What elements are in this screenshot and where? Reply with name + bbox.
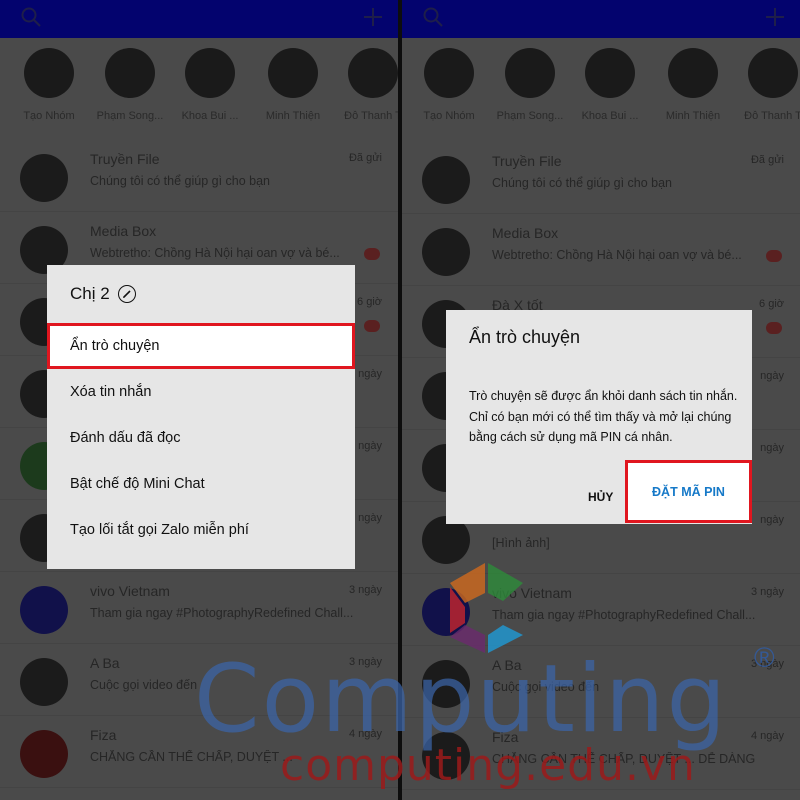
story-name: Tạo Nhóm bbox=[23, 110, 75, 122]
menu-item-mini-chat[interactable]: Bật chế độ Mini Chat bbox=[47, 461, 355, 507]
unread-badge bbox=[766, 322, 782, 334]
dialog-title: Ẩn trò chuyện bbox=[469, 327, 581, 347]
avatar bbox=[185, 48, 235, 98]
context-menu-title: Chị 2 bbox=[70, 284, 110, 303]
avatar bbox=[505, 48, 555, 98]
story-item[interactable]: Minh Thiện bbox=[253, 48, 333, 122]
chat-time: 6 giờ bbox=[759, 298, 784, 310]
story-name: Phạm Song... bbox=[496, 110, 564, 122]
chat-time: Đã gửi bbox=[750, 154, 784, 166]
avatar bbox=[424, 48, 474, 98]
chat-time: 3 ngày bbox=[348, 584, 382, 596]
chat-name: Fiza bbox=[90, 727, 117, 743]
story-name: Đỗ Thanh T bbox=[744, 110, 800, 122]
chat-name: Media Box bbox=[90, 223, 157, 239]
avatar bbox=[348, 48, 398, 98]
pencil-icon[interactable] bbox=[117, 285, 136, 303]
screenshot-root: Tạo Nhóm Phạm Song... Khoa Bui ... Minh … bbox=[0, 0, 800, 800]
chat-time: ngày bbox=[358, 512, 382, 524]
top-bar bbox=[402, 0, 800, 38]
story-item[interactable]: Đỗ Thanh T bbox=[733, 48, 800, 122]
chat-preview: Webtretho: Chồng Hà Nội hại oan vợ và bé… bbox=[492, 248, 742, 262]
chat-time: ngày bbox=[760, 514, 784, 526]
unread-badge bbox=[364, 248, 380, 260]
stories-bar: Tạo Nhóm Phạm Song... Khoa Bui ... Minh … bbox=[402, 38, 800, 133]
story-item[interactable]: Đỗ Thanh T bbox=[333, 48, 398, 122]
context-menu-header: Chị 2 bbox=[47, 265, 355, 323]
avatar bbox=[268, 48, 318, 98]
search-icon[interactable] bbox=[422, 6, 444, 28]
stories-bar: Tạo Nhóm Phạm Song... Khoa Bui ... Minh … bbox=[0, 38, 398, 133]
chat-preview: Chúng tôi có thể giúp gì cho bạn bbox=[90, 174, 270, 188]
avatar bbox=[20, 154, 68, 202]
menu-item-hide-chat[interactable]: Ẩn trò chuyện bbox=[47, 323, 355, 369]
avatar bbox=[748, 48, 798, 98]
story-item[interactable]: Phạm Song... bbox=[90, 48, 170, 122]
cancel-button[interactable]: HỦY bbox=[588, 490, 613, 504]
chat-preview: Chúng tôi có thể giúp gì cho bạn bbox=[492, 176, 672, 190]
chat-time: ngày bbox=[358, 368, 382, 380]
story-item[interactable]: Phạm Song... bbox=[490, 48, 570, 122]
plus-icon[interactable] bbox=[764, 6, 786, 28]
watermark-url: computing.edu.vn bbox=[280, 740, 696, 791]
story-name: Khoa Bui ... bbox=[581, 110, 639, 122]
chat-time: 4 ngày bbox=[750, 730, 784, 742]
registered-mark: ® bbox=[754, 642, 775, 673]
story-item[interactable]: Khoa Bui ... bbox=[570, 48, 650, 122]
story-name: Phạm Song... bbox=[96, 110, 164, 122]
story-item[interactable]: Tạo Nhóm bbox=[409, 48, 489, 122]
set-pin-button[interactable]: ĐẶT MÃ PIN bbox=[625, 460, 752, 523]
chat-name: Media Box bbox=[492, 225, 559, 241]
avatar bbox=[24, 48, 74, 98]
avatar bbox=[422, 156, 470, 204]
chat-time: ngày bbox=[358, 440, 382, 452]
unread-badge bbox=[364, 320, 380, 332]
chat-name: Truyền File bbox=[492, 153, 562, 169]
story-name: Tạo Nhóm bbox=[423, 110, 475, 122]
chat-row[interactable]: Truyền File Chúng tôi có thể giúp gì cho … bbox=[402, 142, 800, 214]
chat-time: Đã gửi bbox=[348, 152, 382, 164]
search-icon[interactable] bbox=[20, 6, 42, 28]
menu-item-mark-read[interactable]: Đánh dấu đã đọc bbox=[47, 415, 355, 461]
dialog-body: Trò chuyện sẽ được ẩn khỏi danh sách tin… bbox=[469, 389, 738, 444]
chat-time: 3 ngày bbox=[750, 586, 784, 598]
menu-item-delete-messages[interactable]: Xóa tin nhắn bbox=[47, 369, 355, 415]
context-menu: Chị 2 Ẩn trò chuyện Xóa tin nhắn Đánh dấ… bbox=[47, 265, 355, 569]
chat-name: Truyền File bbox=[90, 151, 160, 167]
avatar bbox=[20, 730, 68, 778]
story-name: Đỗ Thanh T bbox=[344, 110, 398, 122]
plus-icon[interactable] bbox=[362, 6, 384, 28]
chat-time: ngày bbox=[760, 370, 784, 382]
avatar bbox=[105, 48, 155, 98]
chat-preview: Tham gia ngay #PhotographyRedefined Chal… bbox=[90, 606, 354, 620]
chat-preview: Webtretho: Chồng Hà Nội hại oan vợ và bé… bbox=[90, 246, 340, 260]
chat-name: vivo Vietnam bbox=[90, 583, 170, 599]
story-item[interactable]: Minh Thiện bbox=[653, 48, 733, 122]
avatar bbox=[668, 48, 718, 98]
chat-name: A Ba bbox=[90, 655, 120, 671]
menu-item-create-shortcut[interactable]: Tạo lối tắt gọi Zalo miễn phí bbox=[47, 507, 355, 553]
avatar bbox=[422, 228, 470, 276]
unread-badge bbox=[766, 250, 782, 262]
story-name: Minh Thiện bbox=[265, 110, 321, 122]
story-name: Khoa Bui ... bbox=[181, 110, 239, 122]
avatar bbox=[20, 586, 68, 634]
chat-row[interactable]: Truyền File Chúng tôi có thể giúp gì cho … bbox=[0, 140, 398, 212]
chat-preview: [Hình ảnh] bbox=[492, 536, 550, 550]
story-item[interactable]: Khoa Bui ... bbox=[170, 48, 250, 122]
top-bar bbox=[0, 0, 398, 38]
avatar bbox=[20, 658, 68, 706]
story-item[interactable]: Tạo Nhóm bbox=[9, 48, 89, 122]
chat-row[interactable]: Media Box Webtretho: Chồng Hà Nội hại oan… bbox=[402, 214, 800, 286]
watermark-brand: Computing bbox=[194, 645, 729, 754]
chat-row[interactable]: vivo Vietnam Tham gia ngay #PhotographyRe… bbox=[0, 572, 398, 644]
chat-time: ngày bbox=[760, 442, 784, 454]
chat-time: 6 giờ bbox=[357, 296, 382, 308]
avatar bbox=[585, 48, 635, 98]
story-name: Minh Thiện bbox=[665, 110, 721, 122]
